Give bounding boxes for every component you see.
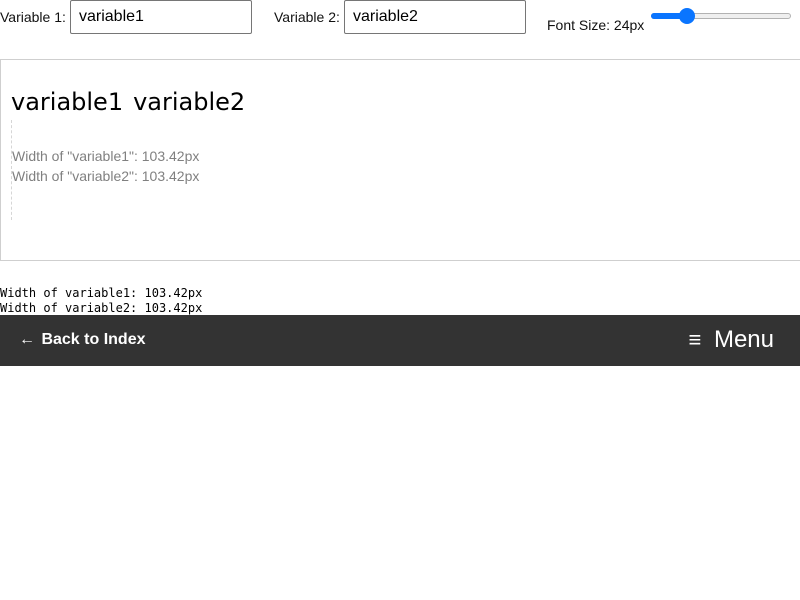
controls-bar: Variable 1: Variable 2: Font Size: 24px: [0, 0, 800, 40]
preview-words: variable1 variable2: [11, 87, 245, 117]
preview-canvas: variable1 variable2 Width of "variable1":…: [0, 59, 800, 261]
hamburger-icon: ≡: [688, 327, 702, 352]
preview-word-2: variable2: [133, 88, 246, 116]
font-size-slider[interactable]: [651, 8, 791, 24]
measure-variable1: Width of "variable1": 103.42px: [12, 148, 200, 164]
back-to-index-link[interactable]: ← Back to Index: [19, 329, 145, 351]
menu-button[interactable]: ≡ Menu: [688, 326, 774, 354]
variable2-input[interactable]: [344, 0, 526, 34]
output-line-1: Width of variable1: 103.42px: [0, 286, 203, 300]
slider-thumb[interactable]: [679, 8, 695, 24]
back-to-index-label: Back to Index: [41, 331, 146, 348]
preview-word-1: variable1: [11, 88, 124, 116]
output-line-2: Width of variable2: 103.42px: [0, 301, 203, 315]
variable2-label: Variable 2:: [274, 9, 340, 25]
output-text: Width of variable1: 103.42px Width of var…: [0, 286, 202, 316]
variable1-label: Variable 1:: [0, 9, 66, 25]
variable1-input[interactable]: [70, 0, 252, 34]
menu-label: Menu: [713, 326, 774, 353]
bottom-navbar: ← Back to Index ≡ Menu: [0, 315, 800, 366]
font-size-label: Font Size: 24px: [547, 17, 645, 33]
measure-variable2: Width of "variable2": 103.42px: [12, 168, 200, 184]
back-arrow-icon: ←: [19, 331, 35, 348]
